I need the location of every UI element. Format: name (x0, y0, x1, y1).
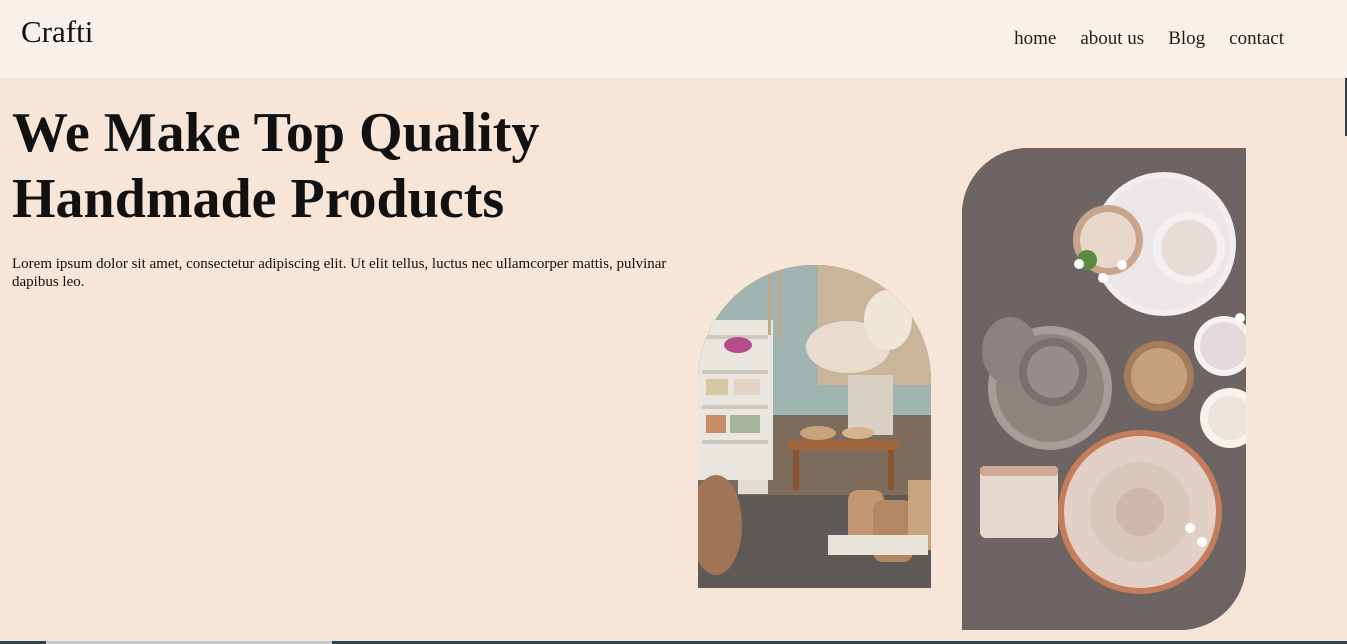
nav-link-home[interactable]: home (1014, 28, 1056, 50)
pottery-illustration (962, 148, 1246, 630)
nav-link-about-us[interactable]: about us (1080, 28, 1144, 50)
hero-description: Lorem ipsum dolor sit amet, consectetur … (12, 256, 667, 290)
hero-title-line-1: We Make Top Quality (12, 102, 540, 164)
nav-link-contact[interactable]: contact (1229, 28, 1284, 50)
nav-link-blog[interactable]: Blog (1168, 28, 1205, 50)
main-nav: home about us Blog contact (1014, 28, 1284, 50)
brand-logo[interactable]: Crafti (21, 14, 93, 50)
craft-store-image (698, 265, 931, 588)
navbar: Crafti home about us Blog contact (0, 0, 1347, 78)
hero-title: We Make Top Quality Handmade Products (12, 100, 652, 232)
craft-store-illustration (698, 265, 931, 588)
hero-title-line-2: Handmade Products (12, 168, 505, 230)
pottery-image (962, 148, 1246, 630)
